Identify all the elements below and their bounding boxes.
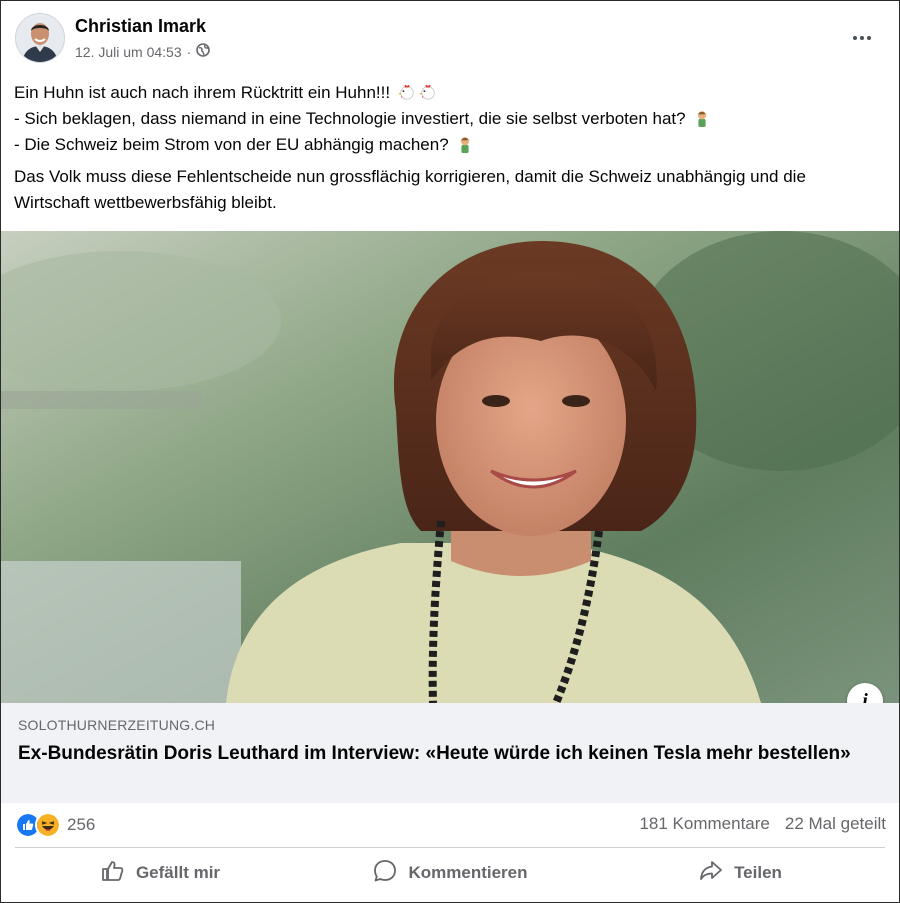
post-text-line-2-content: - Sich beklagen, dass niemand in eine Te… (14, 109, 686, 128)
share-icon (698, 858, 724, 889)
share-button[interactable]: Teilen (595, 851, 885, 895)
reactions-summary[interactable]: 256 (15, 811, 95, 839)
comments-count[interactable]: 181 Kommentare (639, 814, 769, 834)
engagement-stats: 181 Kommentare 22 Mal geteilt (639, 814, 886, 834)
more-options-button[interactable] (847, 23, 877, 53)
link-title: Ex-Bundesrätin Doris Leuthard im Intervi… (18, 743, 851, 764)
comment-label: Kommentieren (408, 863, 528, 882)
post-text-line-1: Ein Huhn ist auch nach ihrem Rücktritt e… (14, 80, 884, 106)
link-preview[interactable]: SOLOTHURNERZEITUNG.CH Ex-Bundesrätin Dor… (1, 703, 899, 803)
shares-count[interactable]: 22 Mal geteilt (785, 814, 886, 834)
thumbs-up-icon (100, 858, 126, 889)
haha-icon (35, 812, 61, 838)
link-domain: SOLOTHURNERZEITUNG.CH (18, 717, 216, 733)
link-preview-image[interactable] (1, 231, 899, 703)
author-avatar[interactable] (15, 13, 65, 63)
like-button[interactable]: Gefällt mir (15, 851, 305, 895)
divider (15, 847, 885, 848)
post-header: Christian Imark 12. Juli um 04:53 · (1, 1, 899, 71)
post-actions: Gefällt mir Kommentieren Teilen (15, 851, 885, 895)
post-text-paragraph-2: Das Volk muss diese Fehlentscheide nun g… (14, 167, 806, 212)
chicken-icon (397, 84, 414, 100)
portrait-photo (1, 231, 899, 703)
facebook-post: Christian Imark 12. Juli um 04:53 · Ein … (0, 0, 900, 903)
post-timestamp[interactable]: 12. Juli um 04:53 (75, 44, 182, 60)
post-meta: 12. Juli um 04:53 · (75, 43, 211, 60)
post-text: Ein Huhn ist auch nach ihrem Rücktritt e… (14, 80, 884, 216)
comment-button[interactable]: Kommentieren (305, 851, 595, 895)
share-label: Teilen (734, 863, 782, 882)
comment-icon (372, 858, 398, 889)
facepalm-man-icon (461, 137, 470, 153)
more-dot (860, 36, 864, 40)
post-text-line-3: - Die Schweiz beim Strom von der EU abhä… (14, 132, 884, 158)
facepalm-man-icon (698, 111, 707, 127)
post-text-line-1-content: Ein Huhn ist auch nach ihrem Rücktritt e… (14, 83, 391, 102)
more-horizontal-icon (853, 36, 857, 40)
post-text-line-3-content: - Die Schweiz beim Strom von der EU abhä… (14, 135, 449, 154)
more-dot (867, 36, 871, 40)
reaction-count: 256 (67, 815, 96, 834)
chicken-icon (418, 84, 435, 100)
meta-separator: · (186, 43, 192, 60)
author-name[interactable]: Christian Imark (75, 16, 206, 37)
like-label: Gefällt mir (135, 863, 221, 882)
post-text-line-2: - Sich beklagen, dass niemand in eine Te… (14, 106, 884, 132)
globe-icon (196, 43, 211, 60)
